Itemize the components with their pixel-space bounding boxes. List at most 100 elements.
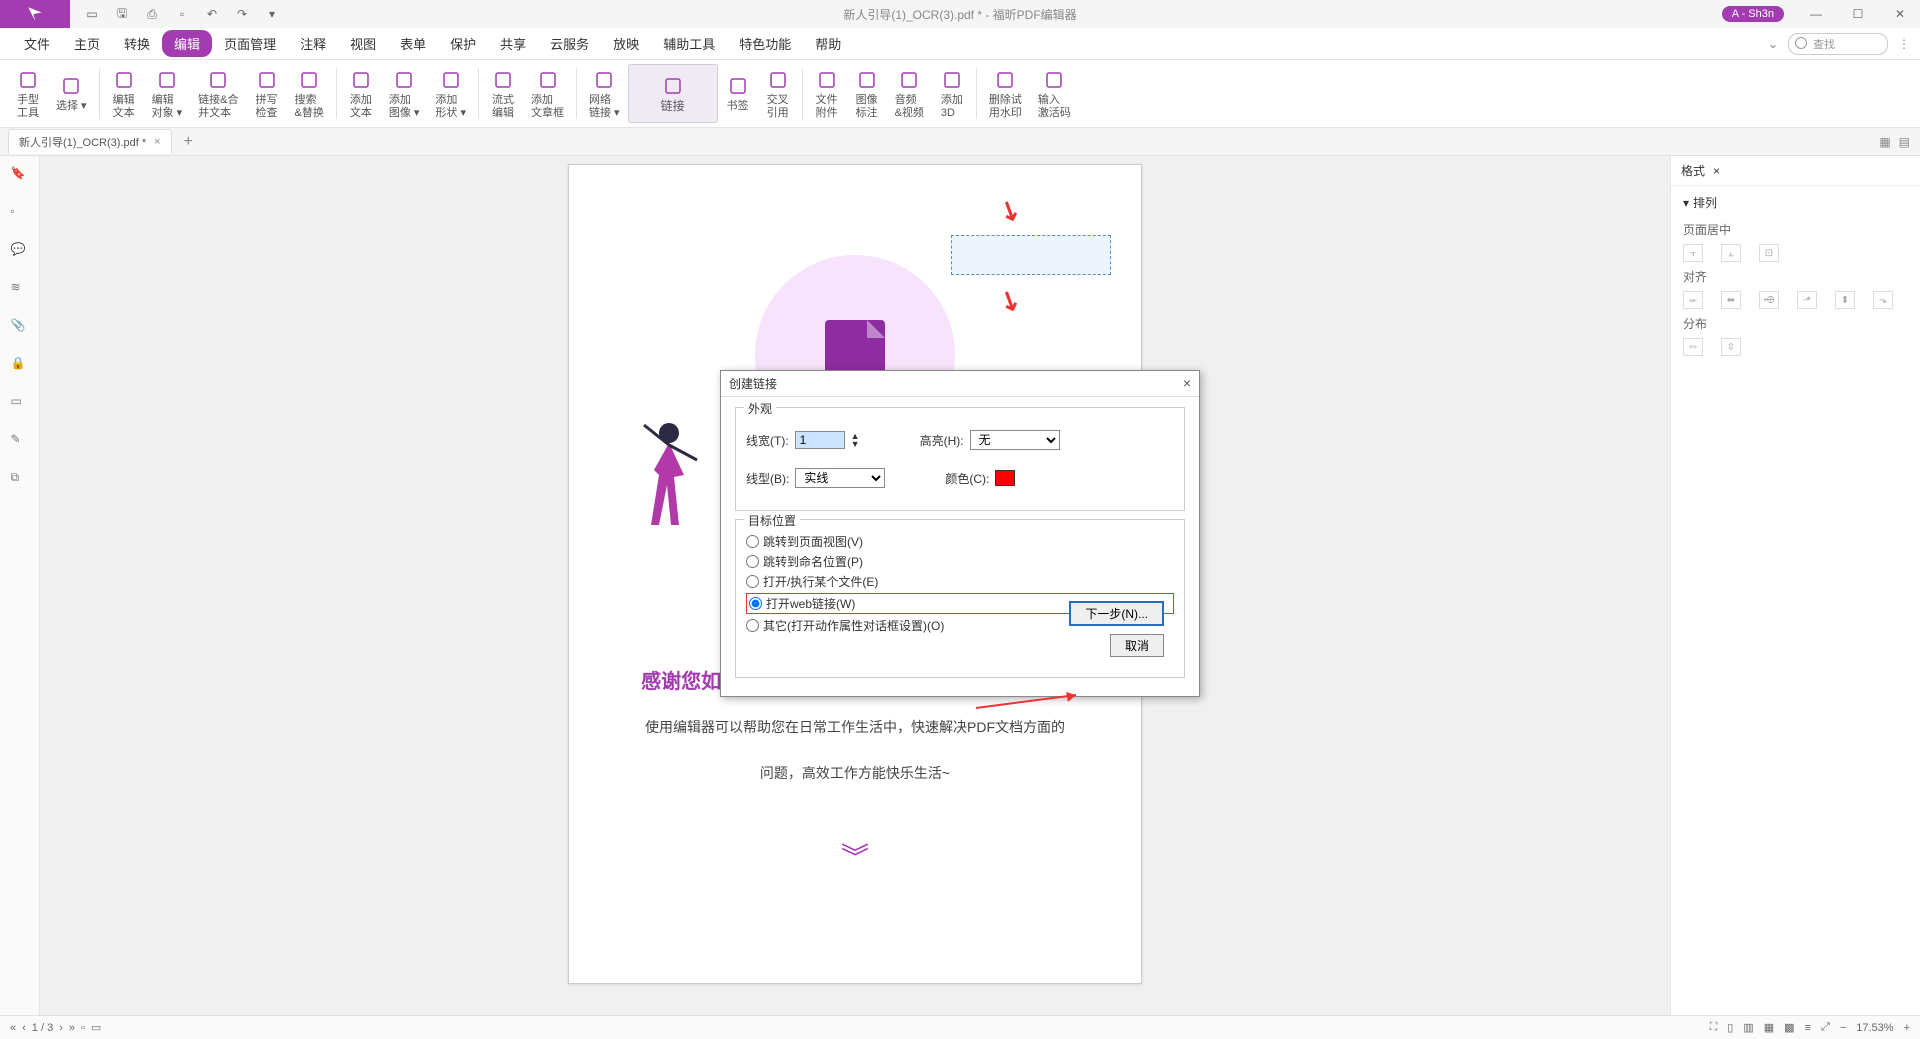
ribbon-link-merge[interactable]: 链接&合并文本 [190,64,246,123]
menu-页面管理[interactable]: 页面管理 [212,30,288,57]
menu-云服务[interactable]: 云服务 [538,30,601,57]
list-view-icon[interactable]: ▤ [1899,135,1910,149]
ribbon-activate[interactable]: 输入激活码 [1030,64,1079,123]
page-icon[interactable]: ▫ [174,6,190,22]
reflow-icon[interactable]: ≡ [1805,1022,1811,1034]
center-both-icon[interactable]: ⊡ [1759,244,1779,262]
ribbon-attach[interactable]: 文件附件 [807,64,847,123]
ribbon-annot[interactable]: 图像标注 [847,64,887,123]
maximize-button[interactable]: ☐ [1838,0,1878,28]
align-right-icon[interactable]: ⬲ [1759,291,1779,309]
ribbon-hand[interactable]: 手型工具 [8,64,48,123]
menu-注释[interactable]: 注释 [288,30,338,57]
close-button[interactable]: ✕ [1880,0,1920,28]
search-input[interactable]: 查找 [1788,33,1888,55]
goto-named-radio[interactable] [746,555,759,568]
distribute-v-icon[interactable]: ⇳ [1721,338,1741,356]
ribbon-add-text[interactable]: 添加文本 [341,64,381,123]
two-continuous-icon[interactable]: ▩ [1784,1021,1794,1034]
collapse-icon[interactable]: ▾ [1683,196,1689,210]
ribbon-media[interactable]: 音频&视频 [887,64,932,123]
menu-帮助[interactable]: 帮助 [803,30,853,57]
bookmark-panel-icon[interactable]: 🔖 [11,166,29,184]
line-width-input[interactable] [795,431,845,449]
dialog-close-icon[interactable]: × [1183,375,1191,392]
panel-close-icon[interactable]: × [1713,164,1720,178]
align-top-icon[interactable]: ⬏ [1797,291,1817,309]
layers-panel-icon[interactable]: ≋ [11,280,29,298]
print-icon[interactable]: ⎙ [144,6,160,22]
pages-panel-icon[interactable]: ▫ [11,204,29,222]
tags-panel-icon[interactable]: ⧉ [11,470,29,488]
next-button[interactable]: 下一步(N)... [1069,601,1164,626]
save-icon[interactable]: 🖫 [114,6,130,22]
cancel-button[interactable]: 取消 [1110,634,1164,657]
color-swatch[interactable] [995,470,1015,486]
fields-panel-icon[interactable]: ▭ [11,394,29,412]
menu-转换[interactable]: 转换 [112,30,162,57]
ribbon-crossref[interactable]: 交叉引用 [758,64,798,123]
next-page-icon[interactable]: › [59,1022,63,1034]
ribbon-spell[interactable]: 拼写检查 [247,64,287,123]
single-page-icon[interactable]: ▯ [1727,1021,1733,1034]
undo-icon[interactable]: ↶ [204,6,220,22]
zoom-in-icon[interactable]: + [1904,1022,1910,1034]
menu-编辑[interactable]: 编辑 [162,30,212,57]
document-tab[interactable]: 新人引导(1)_OCR(3).pdf * × [8,129,172,154]
menu-共享[interactable]: 共享 [488,30,538,57]
ribbon-3d[interactable]: 添加3D [932,64,972,123]
page-layout2-icon[interactable]: ▭ [91,1021,101,1034]
help-icon[interactable]: ⋮ [1898,37,1910,51]
menu-特色功能[interactable]: 特色功能 [727,30,803,57]
ribbon-options-icon[interactable]: ⌄ [1768,37,1778,51]
qat-more-icon[interactable]: ▾ [264,6,280,22]
ribbon-search-replace[interactable]: 搜索&替换 [287,64,332,123]
page-layout-icon[interactable]: ▫ [81,1022,85,1034]
fullscreen-icon[interactable]: ⛶ [1710,1021,1718,1034]
menu-放映[interactable]: 放映 [601,30,651,57]
grid-view-icon[interactable]: ▦ [1879,135,1890,149]
ribbon-select[interactable]: 选择 ▾ [48,64,95,123]
menu-辅助工具[interactable]: 辅助工具 [651,30,727,57]
align-bottom-icon[interactable]: ⬎ [1873,291,1893,309]
menu-表单[interactable]: 表单 [388,30,438,57]
signatures-panel-icon[interactable]: ✎ [11,432,29,450]
ribbon-edit-text[interactable]: 编辑文本 [104,64,144,123]
align-left-icon[interactable]: ⬰ [1683,291,1703,309]
ribbon-bookmark[interactable]: 书签 [718,64,758,123]
attachments-panel-icon[interactable]: 📎 [11,318,29,336]
ribbon-add-shape[interactable]: 添加形状 ▾ [427,64,474,123]
menu-视图[interactable]: 视图 [338,30,388,57]
open-file-radio[interactable] [746,575,759,588]
spinner-icon[interactable]: ▲▼ [851,432,860,448]
align-middle-icon[interactable]: ⬍ [1835,291,1855,309]
zoom-out-icon[interactable]: − [1840,1022,1846,1034]
ribbon-weblink[interactable]: 网络链接 ▾ [581,64,628,123]
prev-page-icon[interactable]: ‹ [22,1022,26,1034]
fit-icon[interactable]: ⤢ [1821,1021,1830,1034]
menu-文件[interactable]: 文件 [12,30,62,57]
link-selection-rect[interactable] [951,235,1111,275]
format-panel-tab[interactable]: 格式 × [1671,156,1920,186]
ribbon-add-image[interactable]: 添加图像 ▾ [381,64,428,123]
security-panel-icon[interactable]: 🔒 [11,356,29,374]
menu-保护[interactable]: 保护 [438,30,488,57]
user-badge[interactable]: A - Sh3n [1722,6,1784,22]
zoom-level[interactable]: 17.53% [1856,1022,1893,1034]
open-icon[interactable]: ▭ [84,6,100,22]
ribbon-edit-obj[interactable]: 编辑对象 ▾ [144,64,191,123]
page-indicator[interactable]: 1 / 3 [32,1022,53,1034]
distribute-h-icon[interactable]: ⇿ [1683,338,1703,356]
ribbon-watermark[interactable]: 删除试用水印 [981,64,1030,123]
tab-close-icon[interactable]: × [154,136,160,148]
highlight-select[interactable]: 无 [970,430,1060,450]
goto-page-radio[interactable] [746,535,759,548]
comments-panel-icon[interactable]: 💬 [11,242,29,260]
align-center-icon[interactable]: ⬌ [1721,291,1741,309]
other-action-radio[interactable] [746,619,759,632]
menu-主页[interactable]: 主页 [62,30,112,57]
ribbon-flow[interactable]: 流式编辑 [483,64,523,123]
new-tab-button[interactable]: + [184,133,193,151]
last-page-icon[interactable]: » [69,1022,75,1034]
center-v-icon[interactable]: ⫠ [1721,244,1741,262]
